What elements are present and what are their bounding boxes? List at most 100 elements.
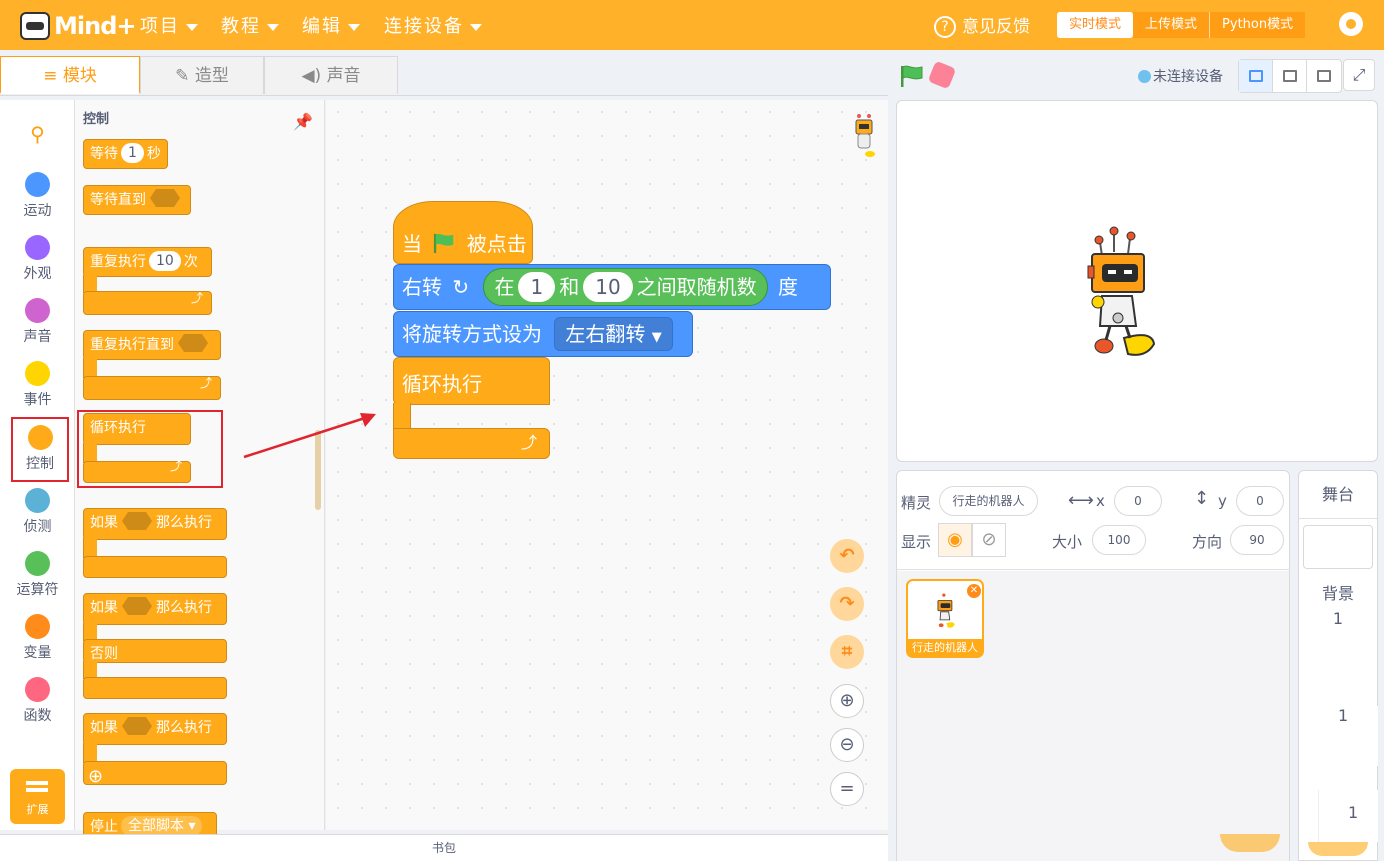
caret-down-icon: ▼ [651, 330, 662, 345]
plus-circle-icon[interactable]: ⊕ [88, 763, 103, 791]
y-label: y [1218, 492, 1227, 510]
motion-dot-icon [25, 172, 50, 197]
forever-block[interactable]: 循环执行 [393, 357, 550, 405]
x-input[interactable]: 0 [1114, 486, 1162, 516]
when-flag-clicked-block[interactable]: 当 被点击 [393, 201, 533, 264]
extra-number-2: 1 [1348, 803, 1359, 822]
backdrop-label: 背景 [1321, 584, 1354, 603]
vertical-arrows-icon: ↕ [1194, 488, 1210, 509]
stage-thumbnail [1303, 525, 1373, 569]
block-wait-until[interactable]: 等待直到 [83, 185, 191, 215]
menu-connect-device[interactable]: 连接设备 [384, 12, 482, 38]
loop-arrow-icon: ⤴ [520, 433, 537, 452]
menu-project[interactable]: 项目 [140, 12, 198, 38]
boolean-slot [122, 597, 152, 615]
robot-sprite[interactable] [1086, 226, 1158, 360]
floating-button-partial-2[interactable] [1308, 842, 1368, 856]
robot-thumbnail [937, 593, 955, 628]
equals-icon: = [839, 778, 855, 799]
sprite-mini-icon [855, 114, 875, 157]
crop-button[interactable]: ⌗ [830, 635, 864, 669]
zoom-in-icon: ⊕ [839, 690, 855, 711]
if-ext-arm [83, 743, 97, 763]
category-sound[interactable]: 声音 [0, 298, 75, 346]
category-functions[interactable]: 函数 [0, 677, 75, 725]
green-flag-icon[interactable] [899, 64, 925, 88]
repeat-count-input[interactable]: 10 [149, 251, 181, 271]
category-variables[interactable]: 变量 [0, 614, 75, 662]
redo-button[interactable]: ↷ [830, 587, 864, 621]
boolean-slot [122, 717, 152, 735]
tab-divider [0, 95, 888, 96]
category-looks[interactable]: 外观 [0, 235, 75, 283]
category-motion[interactable]: 运动 [0, 172, 75, 220]
category-operators[interactable]: 运算符 [0, 551, 75, 599]
small-stage-button[interactable] [1239, 60, 1273, 92]
boolean-slot [150, 189, 180, 207]
forever-block-footer: ⤴ [393, 428, 550, 459]
mode-realtime[interactable]: 实时模式 [1057, 12, 1134, 38]
x-label: x [1096, 492, 1105, 510]
palette-title: 控制 [83, 112, 110, 127]
sprite-tile[interactable]: ✕ 行走的机器人 [906, 579, 984, 658]
undo-button[interactable]: ↶ [830, 539, 864, 573]
search-button[interactable]: ⚲ [0, 122, 75, 146]
top-bar: Mind+ 项目 教程 编辑 连接设备 ? 意见反馈 实时模式 上传模式 Pyth… [0, 0, 1384, 50]
stop-icon[interactable] [927, 60, 957, 90]
tab-blocks[interactable]: ≡ 模块 [0, 56, 140, 94]
category-control[interactable]: 控制 [11, 417, 69, 482]
set-rotation-style-block[interactable]: 将旋转方式设为 左右翻转 ▼ [393, 311, 693, 357]
large-stage-button[interactable] [1273, 60, 1307, 92]
zoom-in-button[interactable]: ⊕ [830, 684, 864, 718]
stage-title: 舞台 [1299, 471, 1377, 519]
tab-sounds[interactable]: ◀) 声音 [264, 56, 398, 94]
if-header: 如果 那么执行 [83, 508, 227, 540]
zoom-reset-button[interactable]: = [830, 772, 864, 806]
random-number-block[interactable]: 在 1 和 10 之间取随机数 [483, 268, 768, 306]
hide-eye-button[interactable]: ⊘ [972, 523, 1006, 557]
menu-tutorial[interactable]: 教程 [221, 12, 279, 38]
layout-small-icon [1249, 70, 1263, 82]
category-events[interactable]: 事件 [0, 361, 75, 409]
if-else-footer [83, 677, 227, 699]
turn-right-block[interactable]: 右转 ↻ 在 1 和 10 之间取随机数 度 [393, 264, 831, 310]
mode-python[interactable]: Python模式 [1209, 12, 1306, 38]
feedback-button[interactable]: ? 意见反馈 [934, 12, 1030, 38]
hide-stage-button[interactable] [1307, 60, 1341, 92]
direction-input[interactable]: 90 [1230, 525, 1284, 555]
sprite-name-input[interactable]: 行走的机器人 [939, 486, 1038, 516]
sensing-dot-icon [25, 488, 50, 513]
pin-icon[interactable]: 📌 [293, 112, 313, 131]
backpack-bar[interactable]: 书包 [0, 834, 888, 861]
random-from-input[interactable]: 1 [518, 272, 556, 302]
category-sensing[interactable]: 侦测 [0, 488, 75, 536]
mode-upload[interactable]: 上传模式 [1133, 12, 1210, 38]
extension-button[interactable]: 扩展 [10, 769, 65, 824]
y-input[interactable]: 0 [1236, 486, 1284, 516]
extra-number-1: 1 [1338, 706, 1349, 725]
boolean-slot [178, 334, 208, 352]
mindplus-logo[interactable]: Mind+ [18, 8, 136, 44]
show-eye-button[interactable]: ◉ [938, 523, 972, 557]
zoom-out-button[interactable]: ⊖ [830, 728, 864, 762]
tab-costumes[interactable]: ✎ 造型 [140, 56, 264, 94]
loop-arrow-icon: ⤴ [199, 376, 212, 390]
fullscreen-button[interactable]: ⤢ [1343, 59, 1375, 91]
menu-edit[interactable]: 编辑 [302, 12, 360, 38]
chevron-down-icon [186, 23, 198, 31]
status-dot-icon [1138, 70, 1151, 83]
stop-option-dropdown[interactable]: 全部脚本 ▾ [121, 816, 203, 836]
size-input[interactable]: 100 [1092, 525, 1146, 555]
sprite-tile-name: 行走的机器人 [908, 639, 982, 656]
floating-button-partial[interactable] [1220, 834, 1280, 852]
wait-seconds-input[interactable]: 1 [121, 143, 144, 163]
size-label: 大小 [1052, 533, 1083, 551]
block-wait[interactable]: 等待 1 秒 [83, 139, 168, 169]
stage-size-toggle [1238, 59, 1342, 93]
looks-dot-icon [25, 235, 50, 260]
gear-icon[interactable] [1339, 12, 1363, 36]
random-to-input[interactable]: 10 [583, 272, 633, 302]
rotation-style-dropdown[interactable]: 左右翻转 ▼ [554, 317, 673, 351]
delete-sprite-icon[interactable]: ✕ [967, 584, 981, 598]
rotate-clockwise-icon: ↻ [452, 275, 470, 299]
